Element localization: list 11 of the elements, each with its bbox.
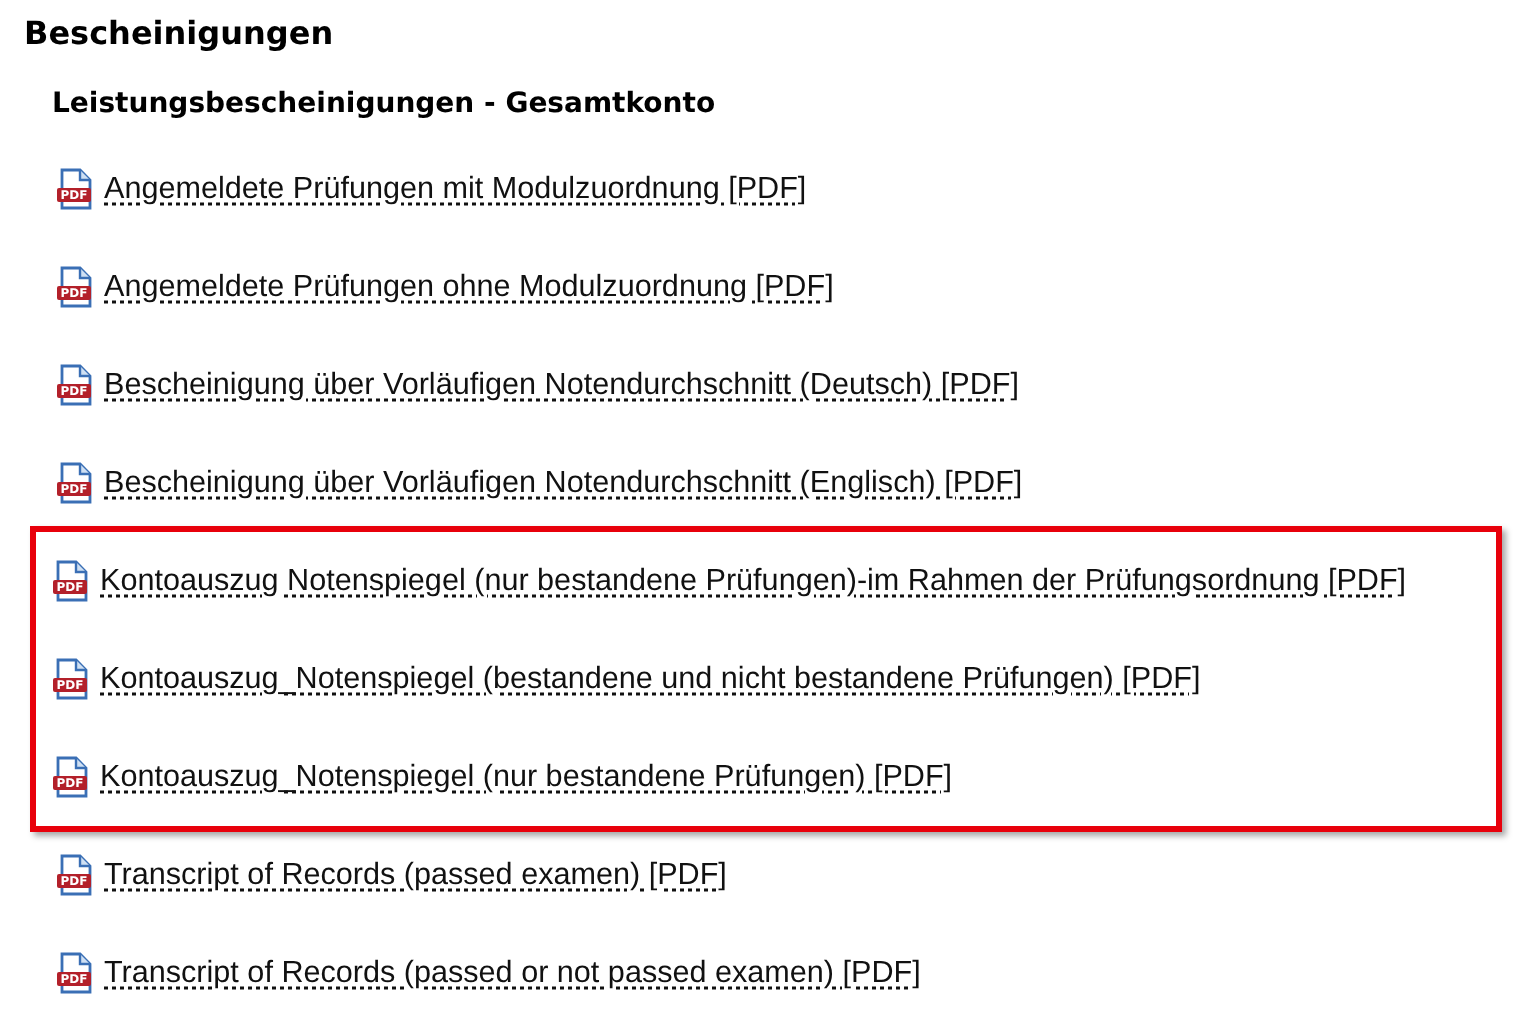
pdf-link[interactable]: Transcript of Records (passed examen) [PDF] <box>104 857 727 893</box>
pdf-link[interactable]: Angemeldete Prüfungen ohne Modulzuordnung [PDF] <box>104 269 834 305</box>
pdf-link[interactable]: Kontoauszug Notenspiegel (nur bestandene Prüfungen)-im Rahmen der Prüfungsordnung [PDF] <box>100 563 1407 599</box>
page-title: Bescheinigungen <box>24 12 336 56</box>
section-heading: Leistungsbescheinigungen - Gesamtkonto <box>52 86 718 124</box>
pdf-link[interactable]: Bescheinigung über Vorläufigen Notendurchschnitt (Englisch) [PDF] <box>104 465 1023 501</box>
pdf-link[interactable]: Transcript of Records (passed or not passed examen) [PDF] <box>104 955 921 991</box>
pdf-link[interactable]: Kontoauszug_Notenspiegel (bestandene und nicht bestandene Prüfungen) [PDF] <box>100 661 1201 697</box>
pdf-link[interactable]: Kontoauszug_Notenspiegel (nur bestandene Prüfungen) [PDF] <box>100 759 953 795</box>
pdf-link[interactable]: Angemeldete Prüfungen mit Modulzuordnung [PDF] <box>104 171 807 207</box>
pdf-link[interactable]: Bescheinigung über Vorläufigen Notendurchschnitt (Deutsch) [PDF] <box>104 367 1019 403</box>
